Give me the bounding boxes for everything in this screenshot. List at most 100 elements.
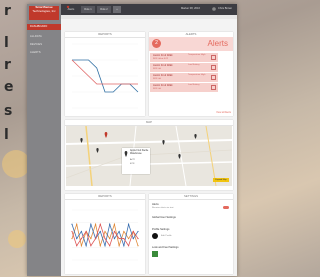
data-point: [127, 237, 130, 240]
top-bar: Alerts Role 1 Role 2 + Marker 08, 2016 C…: [61, 4, 237, 15]
sidebar: SmartSense Technologies, Inc DASHBOARD A…: [27, 4, 61, 276]
alert-sub: 98°F 4d at 4:22: [153, 57, 168, 60]
tab-role2[interactable]: Role 2: [97, 6, 111, 13]
reports-line-chart-2: [71, 209, 139, 261]
alerts-panel: ALERTS 2 Alerts Austin Fruit Walk 98°F 4…: [149, 32, 233, 116]
reports-panel-2: REPORTS: [65, 194, 145, 274]
data-point: [132, 237, 134, 240]
map-pin-icon[interactable]: [194, 134, 197, 139]
date-display: Marker 08, 2016: [181, 7, 200, 10]
data-point: [80, 245, 83, 247]
data-point: [127, 223, 130, 225]
popup-value: ACTI: [130, 159, 135, 161]
map-pin-icon[interactable]: [80, 138, 83, 143]
series-line: [71, 59, 138, 85]
reports-panel: REPORTS: [65, 32, 145, 116]
tab-role1[interactable]: Role 1: [81, 6, 95, 13]
data-point: [90, 237, 92, 240]
alert-item[interactable]: Austin Fruit Walk 38°F 4d Low Battery: [150, 63, 218, 72]
panel-title: REPORTS: [65, 194, 145, 200]
avatar[interactable]: [212, 7, 216, 11]
theme-swatch[interactable]: [152, 251, 158, 257]
expand-map-button[interactable]: Expand Map: [213, 178, 229, 182]
alert-item[interactable]: Austin Fruit Walk 38°F 4d Low Battery: [150, 83, 218, 92]
logo-line2: Technologies, Inc: [32, 8, 56, 13]
dashboard-screen: SmartSense Technologies, Inc DASHBOARD A…: [27, 4, 237, 276]
settings-alerts-sub: Receive alerts via text: [152, 207, 174, 209]
map-view[interactable]: Apple Fruit Sterile Warehouse ACTI 42°F …: [66, 126, 232, 186]
data-point: [132, 230, 134, 233]
data-point: [123, 230, 125, 233]
view-all-alerts-link[interactable]: View all Alerts: [216, 111, 231, 114]
brand-logo[interactable]: SmartSense Technologies, Inc: [29, 5, 59, 20]
data-point: [71, 237, 73, 240]
add-tab-button[interactable]: +: [113, 6, 121, 13]
data-point: [99, 230, 101, 233]
bg-letter: l: [4, 127, 9, 143]
data-point: [99, 245, 101, 247]
map-pin-icon[interactable]: [162, 140, 165, 145]
alert-sub: 38°F 4d: [153, 77, 161, 80]
map-panel: MAP Apple Fruit Sterile Warehouse ACTI 4…: [65, 120, 233, 190]
map-pin-icon[interactable]: [96, 148, 99, 153]
user-name[interactable]: Chris Brown: [218, 7, 232, 10]
data-point: [80, 237, 83, 240]
data-point: [137, 237, 139, 240]
data-point: [104, 237, 106, 240]
alert-sub: 38°F 4d: [153, 87, 161, 90]
data-point: [137, 245, 139, 247]
tab-label: Role 1: [84, 8, 92, 11]
checkbox[interactable]: [211, 65, 216, 70]
settings-global-label[interactable]: Global User Settings: [152, 216, 176, 219]
alerts-header: 2 Alerts: [149, 37, 233, 51]
bell-icon[interactable]: [66, 5, 70, 9]
checkbox[interactable]: [211, 85, 216, 90]
alert-item[interactable]: Austin Fruit Walk 98°F 4d at 4:22 Temper…: [150, 53, 218, 62]
data-point: [113, 223, 116, 225]
edit-profile-link[interactable]: Edit Profile: [161, 235, 172, 237]
data-point: [118, 237, 120, 240]
checkbox[interactable]: [211, 55, 216, 60]
reports-line-chart: [71, 43, 139, 109]
map-pin-icon: [124, 151, 128, 157]
sidebar-item-devices[interactable]: DEVICES: [27, 42, 61, 48]
sidebar-item-dashboard[interactable]: DASHBOARD: [27, 24, 61, 30]
data-point: [99, 223, 101, 225]
alert-type: Low Battery: [188, 84, 200, 86]
bg-letter: e: [4, 79, 14, 95]
alert-count-badge: 2: [152, 39, 161, 48]
data-point: [109, 237, 111, 240]
data-point: [76, 223, 78, 225]
data-point: [118, 230, 120, 233]
data-point: [113, 230, 116, 233]
data-point: [71, 230, 73, 233]
settings-look-label[interactable]: Look and Feel Settings: [152, 246, 179, 249]
data-point: [118, 245, 120, 247]
sidebar-item-alldata[interactable]: ALLDATA: [27, 34, 61, 40]
map-pin-icon[interactable]: [104, 132, 108, 138]
alert-type: Temperature High: [188, 74, 206, 76]
data-point: [137, 230, 139, 233]
sidebar-item-alerts[interactable]: ALERTS: [27, 50, 61, 56]
data-point: [104, 230, 106, 233]
panel-title: SETTINGS: [149, 194, 233, 200]
data-point: [104, 245, 106, 247]
sub-toolbar: [61, 15, 237, 19]
alerts-heading: Alerts: [207, 39, 228, 48]
alert-sub: 38°F 4d: [153, 67, 161, 70]
data-point: [109, 245, 111, 247]
data-point: [109, 223, 111, 225]
alert-item[interactable]: Austin Fruit Walk 38°F 4d Temperature Hi…: [150, 73, 218, 82]
map-pin-icon[interactable]: [178, 154, 181, 159]
bg-letter: r: [4, 3, 11, 19]
data-point: [94, 223, 97, 225]
settings-alerts-label: Alerts: [152, 203, 159, 206]
settings-profile-label[interactable]: Profile Settings: [152, 228, 169, 231]
data-point: [113, 237, 116, 240]
bg-letter: s: [4, 103, 13, 119]
map-popup[interactable]: Apple Fruit Sterile Warehouse ACTI 42°F: [122, 148, 150, 174]
checkbox[interactable]: [211, 75, 216, 80]
alert-type: Temperature High: [188, 54, 206, 56]
alerts-toggle[interactable]: [223, 206, 229, 209]
data-point: [90, 223, 92, 225]
